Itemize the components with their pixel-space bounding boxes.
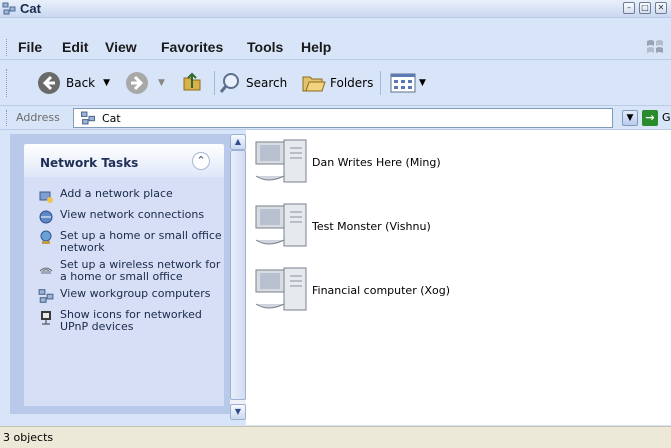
- computer-label: Financial computer (Xog): [312, 283, 451, 297]
- folder-up-icon: [183, 72, 201, 91]
- folders-label: Folders: [330, 76, 374, 90]
- task-label: View network connections: [60, 208, 205, 221]
- maximize-button[interactable]: □: [639, 2, 651, 14]
- minimize-button[interactable]: –: [623, 2, 635, 14]
- task-pane-scrollbar[interactable]: ▲ ▼: [230, 134, 246, 420]
- upnp-icon: [41, 311, 51, 325]
- task-label: Set up a home or small office network: [60, 229, 222, 254]
- address-label: Address: [16, 111, 60, 124]
- workgroup-icon: [81, 111, 95, 125]
- task-label: View workgroup computers: [60, 287, 211, 300]
- window-title: Cat: [20, 1, 41, 16]
- network-computer-item[interactable]: Dan Writes Here (Ming): [254, 136, 441, 188]
- network-tasks-title: Network Tasks: [40, 156, 139, 170]
- task-label: Show icons for networked UPnP devices: [60, 308, 202, 333]
- menu-tools[interactable]: Tools: [247, 39, 283, 55]
- computer-icon: [255, 267, 307, 311]
- views-button[interactable]: ▼: [390, 69, 426, 97]
- menu-bar: File Edit View Favorites Tools Help: [0, 35, 671, 60]
- toolbar-separator: [380, 71, 381, 95]
- close-button[interactable]: ✕: [655, 2, 667, 14]
- file-list-area: Dan Writes Here (Ming) Test Monster (Vis…: [246, 130, 671, 425]
- task-view-workgroup[interactable]: View workgroup computers: [38, 288, 222, 304]
- network-connections-icon: [39, 210, 53, 224]
- menu-file[interactable]: File: [18, 39, 42, 55]
- search-icon: [219, 73, 239, 93]
- scroll-up-icon[interactable]: ▲: [230, 134, 246, 150]
- address-input[interactable]: Cat: [73, 108, 613, 128]
- computer-label: Test Monster (Vishnu): [312, 219, 431, 233]
- back-label: Back: [66, 76, 96, 90]
- back-arrow-icon: [38, 72, 60, 94]
- views-dropdown-icon[interactable]: ▼: [419, 78, 426, 88]
- folders-button[interactable]: Folders: [300, 69, 373, 97]
- network-place-icon: [39, 191, 53, 203]
- up-button[interactable]: [180, 69, 206, 97]
- wireless-icon: [39, 267, 53, 274]
- task-show-upnp-icons[interactable]: Show icons for networked UPnP devices: [38, 309, 222, 333]
- computer-icon: [255, 203, 307, 247]
- menu-edit[interactable]: Edit: [62, 39, 88, 55]
- workgroup-icon: [2, 2, 16, 15]
- network-computer-item[interactable]: Test Monster (Vishnu): [254, 200, 431, 252]
- search-label: Search: [246, 76, 288, 90]
- title-bar: Cat – □ ✕: [0, 0, 671, 18]
- home-network-icon: [40, 230, 52, 244]
- views-icon: [390, 73, 416, 93]
- computer-label: Dan Writes Here (Ming): [312, 155, 441, 169]
- menu-help[interactable]: Help: [301, 39, 331, 55]
- status-bar: 3 objects: [0, 426, 671, 448]
- go-button[interactable]: →: [642, 110, 658, 126]
- task-label: Add a network place: [60, 187, 173, 200]
- toolbar-separator: [214, 71, 215, 95]
- address-grip: [6, 110, 8, 126]
- workgroup-icon: [38, 289, 54, 303]
- task-wireless-network[interactable]: Set up a wireless network for a home or …: [38, 259, 222, 283]
- scroll-down-icon[interactable]: ▼: [230, 404, 246, 420]
- search-button[interactable]: Search: [218, 69, 287, 97]
- menu-view[interactable]: View: [105, 39, 137, 55]
- network-computer-item[interactable]: Financial computer (Xog): [254, 264, 450, 316]
- task-list: Add a network place View network connect…: [38, 188, 222, 338]
- go-label[interactable]: Go: [662, 111, 671, 124]
- forward-button[interactable]: ▼: [124, 69, 165, 97]
- back-button[interactable]: Back ▼: [36, 69, 110, 97]
- toolbar: Back ▼ ▼ Search Folders ▼: [0, 61, 671, 106]
- menu-grip: [6, 39, 8, 56]
- address-bar: Address Cat ▼ → Go: [0, 106, 671, 130]
- task-pane: Network Tasks ⌃ Add a network place View…: [10, 134, 230, 414]
- windows-flag-icon: [647, 40, 663, 53]
- menu-favorites[interactable]: Favorites: [161, 39, 223, 55]
- forward-dropdown-icon[interactable]: ▼: [158, 78, 165, 88]
- collapse-chevron-icon[interactable]: ⌃: [192, 152, 210, 170]
- back-dropdown-icon[interactable]: ▼: [103, 78, 110, 88]
- folders-icon: [302, 76, 326, 92]
- task-view-network-connections[interactable]: View network connections: [38, 209, 222, 225]
- status-object-count: 3 objects: [3, 431, 54, 444]
- scroll-thumb[interactable]: [230, 150, 246, 400]
- address-dropdown-button[interactable]: ▼: [622, 110, 638, 126]
- computer-icon: [255, 139, 307, 183]
- network-tasks-header[interactable]: Network Tasks ⌃: [24, 144, 224, 177]
- task-label: Set up a wireless network for a home or …: [60, 258, 221, 283]
- task-home-network[interactable]: Set up a home or small office network: [38, 230, 222, 254]
- task-add-network-place[interactable]: Add a network place: [38, 188, 222, 204]
- network-tasks-panel: Network Tasks ⌃ Add a network place View…: [24, 144, 224, 406]
- forward-arrow-icon: [126, 72, 148, 94]
- toolbar-grip: [6, 69, 8, 97]
- address-value: Cat: [102, 111, 121, 125]
